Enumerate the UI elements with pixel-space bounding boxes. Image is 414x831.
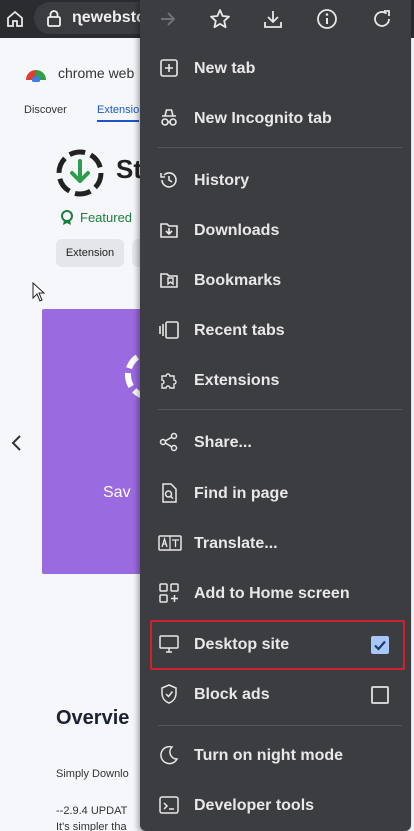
active-tab-indicator [97,120,139,122]
menu-item-label: New Incognito tab [194,110,332,127]
highlight-box [150,620,405,670]
menu-item-share[interactable]: Share... [140,423,411,463]
browser-overflow-menu: New tab New Incognito tab History Downlo… [140,0,411,831]
menu-item-downloads[interactable]: Downloads [140,211,411,251]
recent-tabs-icon [158,319,182,343]
menu-item-label: Developer tools [194,797,315,814]
menu-item-add-to-home-screen[interactable]: Add to Home screen [140,574,411,614]
menu-item-label: Downloads [194,222,280,239]
block-ads-checkbox[interactable] [371,686,389,704]
menu-item-label: Translate... [194,535,278,552]
menu-item-label: Extensions [194,372,280,389]
terminal-icon [158,794,182,818]
bookmarks-icon [158,269,182,293]
menu-item-label: Turn on night mode [194,747,344,764]
extensions-icon [158,369,182,393]
overview-heading: Overvie [56,707,130,729]
url-text: ɳewebsto [72,9,146,26]
menu-item-label: Block ads [194,686,270,703]
add-home-icon [158,582,182,606]
shield-icon [158,683,182,707]
share-icon [158,431,182,455]
lock-icon [46,9,62,32]
menu-separator [158,409,402,410]
refresh-icon[interactable] [366,3,398,35]
description-line-2: --2.9.4 UPDAT [56,805,128,817]
extension-title: St [116,154,142,184]
downloads-icon [158,219,182,243]
menu-separator [158,725,402,726]
menu-item-label: Find in page [194,485,289,502]
moon-icon [158,744,182,768]
menu-item-block-ads[interactable]: Block ads [140,675,411,715]
tab-extensions[interactable]: Extensio [97,104,139,116]
menu-item-new-incognito-tab[interactable]: New Incognito tab [140,99,411,139]
menu-item-new-tab[interactable]: New tab [140,49,411,89]
banner-text: Sav [103,484,131,501]
menu-top-row [140,0,411,38]
menu-separator [158,147,402,148]
menu-item-label: Recent tabs [194,322,285,339]
menu-item-label: New tab [194,60,256,77]
description-line-3: It's simpler tha [56,821,127,831]
menu-item-history[interactable]: History [140,161,411,201]
menu-item-extensions[interactable]: Extensions [140,361,411,401]
menu-item-label: Bookmarks [194,272,282,289]
carousel-prev-icon[interactable] [10,434,24,457]
menu-item-translate[interactable]: Translate... [140,524,411,564]
info-icon[interactable] [311,3,343,35]
store-title: chrome web [58,65,135,81]
menu-item-label: Add to Home screen [194,585,350,602]
history-icon [158,169,182,193]
home-icon[interactable] [0,0,30,38]
mouse-cursor-icon [32,281,46,307]
menu-item-find-in-page[interactable]: Find in page [140,474,411,514]
chrome-web-store-logo [24,62,48,87]
translate-icon [158,532,182,556]
menu-item-label: Share... [194,434,252,451]
menu-item-recent-tabs[interactable]: Recent tabs [140,311,411,351]
menu-item-label: History [194,172,250,189]
menu-item-developer-tools[interactable]: Developer tools [140,786,411,826]
find-icon [158,482,182,506]
tab-discover[interactable]: Discover [24,104,67,116]
new-tab-icon [158,57,182,81]
featured-label: Featured [80,210,133,225]
download-icon[interactable] [257,3,289,35]
menu-item-bookmarks[interactable]: Bookmarks [140,261,411,301]
forward-icon[interactable] [152,3,184,35]
description-line-1: Simply Downlo [56,768,129,780]
extension-logo [54,147,106,204]
category-chip[interactable]: Extension [56,239,124,267]
incognito-icon [158,107,182,131]
menu-item-night-mode[interactable]: Turn on night mode [140,736,411,776]
star-icon[interactable] [204,3,236,35]
featured-badge-icon [60,210,74,231]
